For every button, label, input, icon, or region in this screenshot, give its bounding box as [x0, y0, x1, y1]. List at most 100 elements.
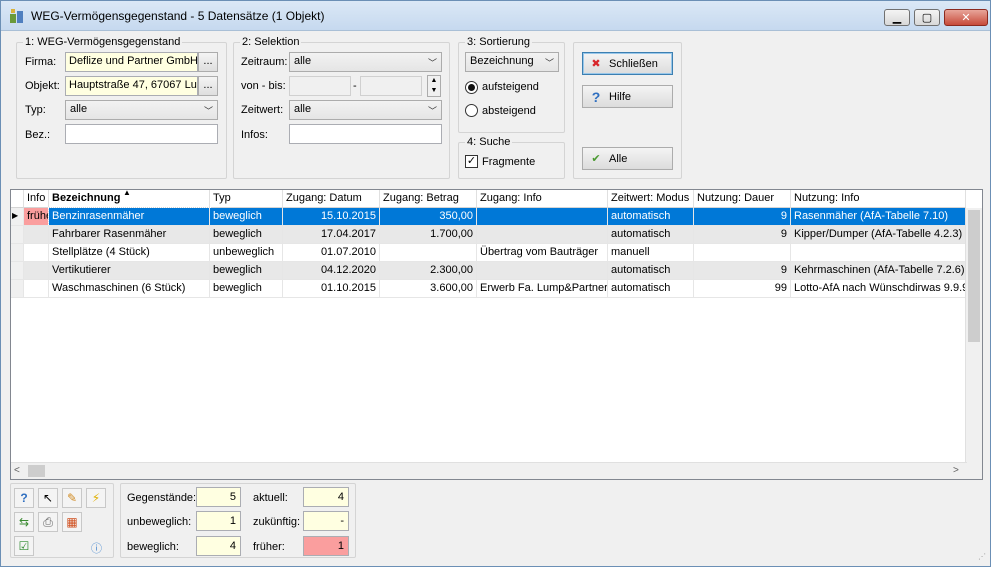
cell-bez[interactable]: Waschmaschinen (6 Stück) — [49, 280, 210, 298]
current-row-indicator-icon[interactable]: ▶ — [11, 208, 24, 226]
zeitwert-select[interactable]: alle ﹀ — [289, 100, 442, 120]
title-bar[interactable]: WEG-Vermögensgegenstand - 5 Datensätze (… — [1, 1, 990, 31]
sort-asc-radio[interactable] — [465, 81, 478, 94]
resize-grip-icon[interactable]: ⋰ — [978, 553, 988, 564]
vertical-scroll-thumb[interactable] — [968, 210, 980, 342]
cell-datum[interactable]: 15.10.2015 — [283, 208, 380, 226]
col-header-nutzung-dauer[interactable]: Nutzung: Dauer — [694, 190, 791, 208]
table-row[interactable]: Vertikutierer beweglich 04.12.2020 2.300,00… — [11, 262, 966, 280]
cell-datum[interactable]: 01.10.2015 — [283, 280, 380, 298]
cell-modus[interactable]: manuell — [608, 244, 694, 262]
cell-bez[interactable]: Benzinrasenmäher — [48, 207, 211, 227]
checkbox-tool-icon[interactable]: ☑ — [14, 536, 34, 556]
date-spinner[interactable]: ▲ ▼ — [427, 75, 441, 97]
cell-betrag[interactable]: 1.700,00 — [380, 226, 477, 244]
fragmente-checkbox[interactable]: ✓ — [465, 155, 478, 168]
cell-info[interactable] — [24, 226, 49, 244]
lightning-icon[interactable]: ⚡ — [86, 488, 106, 508]
cell-zinfo[interactable] — [477, 226, 608, 244]
data-grid[interactable]: Info Bezeichnung ▲ Typ Zugang: Datum Zuga… — [10, 189, 983, 480]
close-window-button[interactable]: ✕ — [944, 9, 988, 26]
cell-betrag[interactable]: 350,00 — [380, 208, 477, 226]
cell-modus[interactable]: automatisch — [608, 262, 694, 280]
zeitraum-select[interactable]: alle ﹀ — [289, 52, 442, 72]
cell-modus[interactable]: automatisch — [608, 280, 694, 298]
cell-bez[interactable]: Fahrbarer Rasenmäher — [49, 226, 210, 244]
minimize-button[interactable]: ▁ — [884, 9, 910, 26]
refresh-icon[interactable]: ⇆ — [14, 512, 34, 532]
cell-typ[interactable]: beweglich — [210, 208, 283, 226]
col-header-info[interactable]: Info — [24, 190, 49, 208]
export-icon[interactable]: ▦ — [62, 512, 82, 532]
spin-up-icon[interactable]: ▲ — [428, 76, 440, 86]
vertical-scrollbar[interactable] — [965, 208, 982, 463]
row-indicator[interactable] — [11, 262, 24, 280]
cell-datum[interactable]: 04.12.2020 — [283, 262, 380, 280]
cell-dauer[interactable]: 9 — [694, 208, 791, 226]
firma-browse-button[interactable]: ... — [198, 52, 218, 72]
cell-zinfo[interactable] — [477, 262, 608, 280]
cell-zinfo[interactable]: Erwerb Fa. Lump&Partner — [477, 280, 608, 298]
col-header-zeitwert-modus[interactable]: Zeitwert: Modus — [608, 190, 694, 208]
cell-dauer[interactable] — [694, 244, 791, 262]
cell-typ[interactable]: beweglich — [210, 226, 283, 244]
objekt-field[interactable]: Hauptstraße 47, 67067 Lud — [65, 76, 198, 96]
sort-desc-radio[interactable] — [465, 104, 478, 117]
firma-field[interactable]: Deflize und Partner GmbH — [65, 52, 198, 72]
col-header-bezeichnung[interactable]: Bezeichnung ▲ — [49, 190, 210, 208]
cell-betrag[interactable]: 2.300,00 — [380, 262, 477, 280]
scroll-left-icon[interactable]: < — [14, 465, 20, 476]
table-row[interactable]: Stellplätze (4 Stück) unbeweglich 01.07.20… — [11, 244, 966, 262]
table-row[interactable]: ▶früheBenzinrasenmäherbeweglich15.10.201… — [11, 207, 966, 227]
col-header-typ[interactable]: Typ — [210, 190, 283, 208]
col-header-zugang-betrag[interactable]: Zugang: Betrag — [380, 190, 477, 208]
cell-typ[interactable]: beweglich — [210, 262, 283, 280]
cell-dauer[interactable]: 9 — [694, 226, 791, 244]
scroll-right-icon[interactable]: > — [953, 465, 959, 476]
pencil-icon[interactable]: ✎ — [62, 488, 82, 508]
table-row[interactable]: Fahrbarer Rasenmäher beweglich 17.04.2017 1… — [11, 226, 966, 244]
cell-datum[interactable]: 17.04.2017 — [283, 226, 380, 244]
cell-zinfo[interactable] — [477, 208, 608, 226]
cell-ninfo[interactable]: Kehrmaschinen (AfA-Tabelle 7.2.6) — [791, 262, 966, 280]
maximize-button[interactable]: ▢ — [914, 9, 940, 26]
row-indicator[interactable] — [11, 280, 24, 298]
cell-datum[interactable]: 01.07.2010 — [283, 244, 380, 262]
info-icon[interactable]: ⓘ — [91, 540, 102, 556]
cell-dauer[interactable]: 99 — [694, 280, 791, 298]
schliessen-button[interactable]: ✖ Schließen — [582, 52, 673, 75]
cell-ninfo[interactable]: Rasenmäher (AfA-Tabelle 7.10) — [791, 208, 966, 226]
cell-zinfo[interactable]: Übertrag vom Bauträger — [477, 244, 608, 262]
cell-betrag[interactable] — [380, 244, 477, 262]
bez-field[interactable] — [65, 124, 218, 144]
alle-button[interactable]: ✔ Alle — [582, 147, 673, 170]
cell-bez[interactable]: Vertikutierer — [49, 262, 210, 280]
sort-desc-label[interactable]: absteigend — [482, 105, 536, 117]
infos-field[interactable] — [289, 124, 442, 144]
objekt-browse-button[interactable]: ... — [198, 76, 218, 96]
col-header-zugang-datum[interactable]: Zugang: Datum — [283, 190, 380, 208]
print-icon[interactable]: ⎙ — [38, 512, 58, 532]
typ-select[interactable]: alle ﹀ — [65, 100, 218, 120]
horizontal-scroll-thumb[interactable] — [28, 465, 45, 477]
cell-modus[interactable]: automatisch — [608, 208, 694, 226]
cell-ninfo[interactable]: Kipper/Dumper (AfA-Tabelle 4.2.3) — [791, 226, 966, 244]
cell-betrag[interactable]: 3.600,00 — [380, 280, 477, 298]
cell-dauer[interactable]: 9 — [694, 262, 791, 280]
spin-down-icon[interactable]: ▼ — [428, 86, 440, 96]
row-indicator[interactable] — [11, 226, 24, 244]
cell-info[interactable] — [24, 262, 49, 280]
fragmente-label[interactable]: Fragmente — [482, 156, 535, 168]
row-indicator[interactable] — [11, 244, 24, 262]
col-header-nutzung-info[interactable]: Nutzung: Info — [791, 190, 966, 208]
von-field[interactable] — [289, 76, 351, 96]
cell-info[interactable]: frühe — [24, 208, 49, 226]
cell-typ[interactable]: beweglich — [210, 280, 283, 298]
sort-select[interactable]: Bezeichnung ﹀ — [465, 52, 559, 72]
cell-ninfo[interactable] — [791, 244, 966, 262]
help-icon[interactable]: ? — [14, 488, 34, 508]
horizontal-scrollbar[interactable]: < > — [11, 462, 967, 479]
cell-info[interactable] — [24, 244, 49, 262]
col-header-zugang-info[interactable]: Zugang: Info — [477, 190, 608, 208]
cell-info[interactable] — [24, 280, 49, 298]
